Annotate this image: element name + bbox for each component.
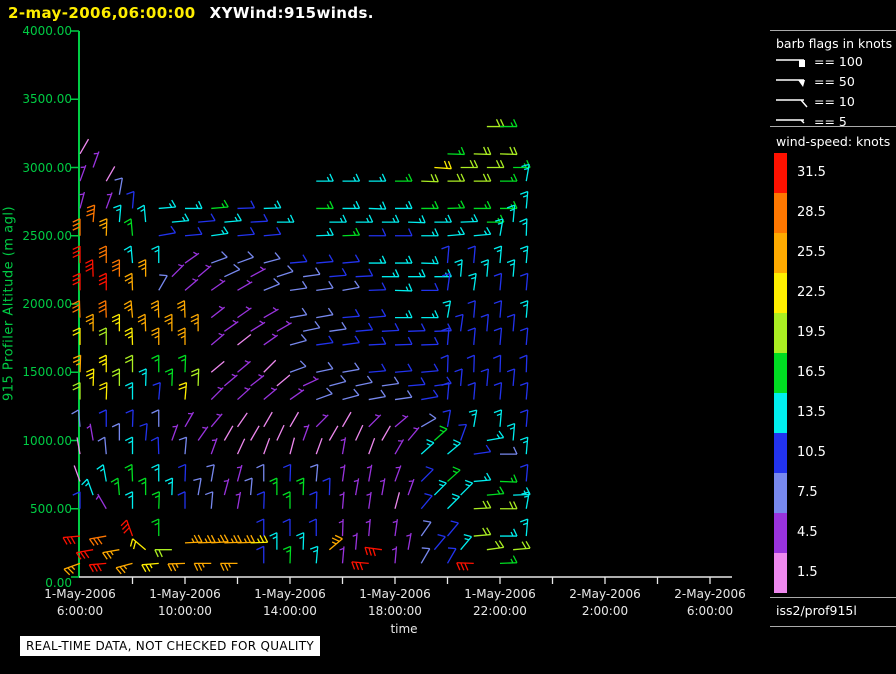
x-tick-label: 1-May-200622:00:00 [455,586,545,620]
y-tick-label: 1000.00 [6,434,72,448]
x-tick-label: 1-May-200618:00:00 [350,586,440,620]
colorbar-block [774,393,787,433]
colorbar-block [774,353,787,393]
x-tick-label: 1-May-200614:00:00 [245,586,335,620]
colorbar-block [774,553,787,593]
colorbar-label: 22.5 [797,285,826,300]
colorbar-label: 25.5 [797,245,826,260]
colorbar-block [774,513,787,553]
y-tick-label: 500.00 [6,502,72,516]
x-tick-label: 2-May-20062:00:00 [560,586,650,620]
quality-warning-banner: REAL-TIME DATA, NOT CHECKED FOR QUALITY [20,636,320,656]
x-tick-label: 1-May-20066:00:00 [35,586,125,620]
data-source-label: iss2/prof915l [776,603,857,618]
wind-barb-plot [0,0,896,674]
barb-legend-label: == 50 [814,74,855,89]
colorbar-label: 7.5 [797,485,818,500]
y-tick-label: 2000.00 [6,297,72,311]
y-tick-label: 3500.00 [6,92,72,106]
barb-legend-label: == 100 [814,54,863,69]
barb-legend-title: barb flags in knots [776,36,892,51]
barb-legend-row: == 5 [774,112,847,130]
flag100-icon [774,53,810,69]
y-tick-label: 1500.00 [6,365,72,379]
colorbar-block [774,433,787,473]
colorbar-label: 16.5 [797,365,826,380]
legend-divider-mid [770,126,896,127]
colorbar-block [774,153,787,193]
colorbar-block [774,193,787,233]
footer-divider-top [770,597,896,598]
colorbar-label: 10.5 [797,445,826,460]
barb-legend-row: == 10 [774,92,855,110]
legend-divider-top [770,30,896,31]
barb10-icon [774,93,810,109]
barb-legend-row: == 100 [774,52,863,70]
speed-legend-title: wind-speed: knots [776,134,890,149]
flag50-icon [774,73,810,89]
colorbar-label: 4.5 [797,525,818,540]
y-tick-label: 2500.00 [6,229,72,243]
colorbar-block [774,273,787,313]
y-tick-label: 4000.00 [6,24,72,38]
barb-legend-row: == 50 [774,72,855,90]
colorbar-label: 28.5 [797,205,826,220]
x-tick-label: 1-May-200610:00:00 [140,586,230,620]
colorbar-label: 13.5 [797,405,826,420]
colorbar-label: 31.5 [797,165,826,180]
colorbar-block [774,233,787,273]
colorbar-block [774,313,787,353]
colorbar-label: 1.5 [797,565,818,580]
colorbar-label: 19.5 [797,325,826,340]
wind-profiler-window: 2-may-2006,06:00:00XYWind:915winds. 915 … [0,0,896,674]
x-axis-title: time [359,622,449,636]
legend-panel: barb flags in knots == 100 == 50 == 10 == 5… [770,0,896,674]
colorbar-block [774,473,787,513]
y-tick-label: 3000.00 [6,161,72,175]
barb-legend-label: == 10 [814,94,855,109]
x-tick-label: 2-May-20066:00:00 [665,586,755,620]
footer-divider-bottom [770,626,896,627]
